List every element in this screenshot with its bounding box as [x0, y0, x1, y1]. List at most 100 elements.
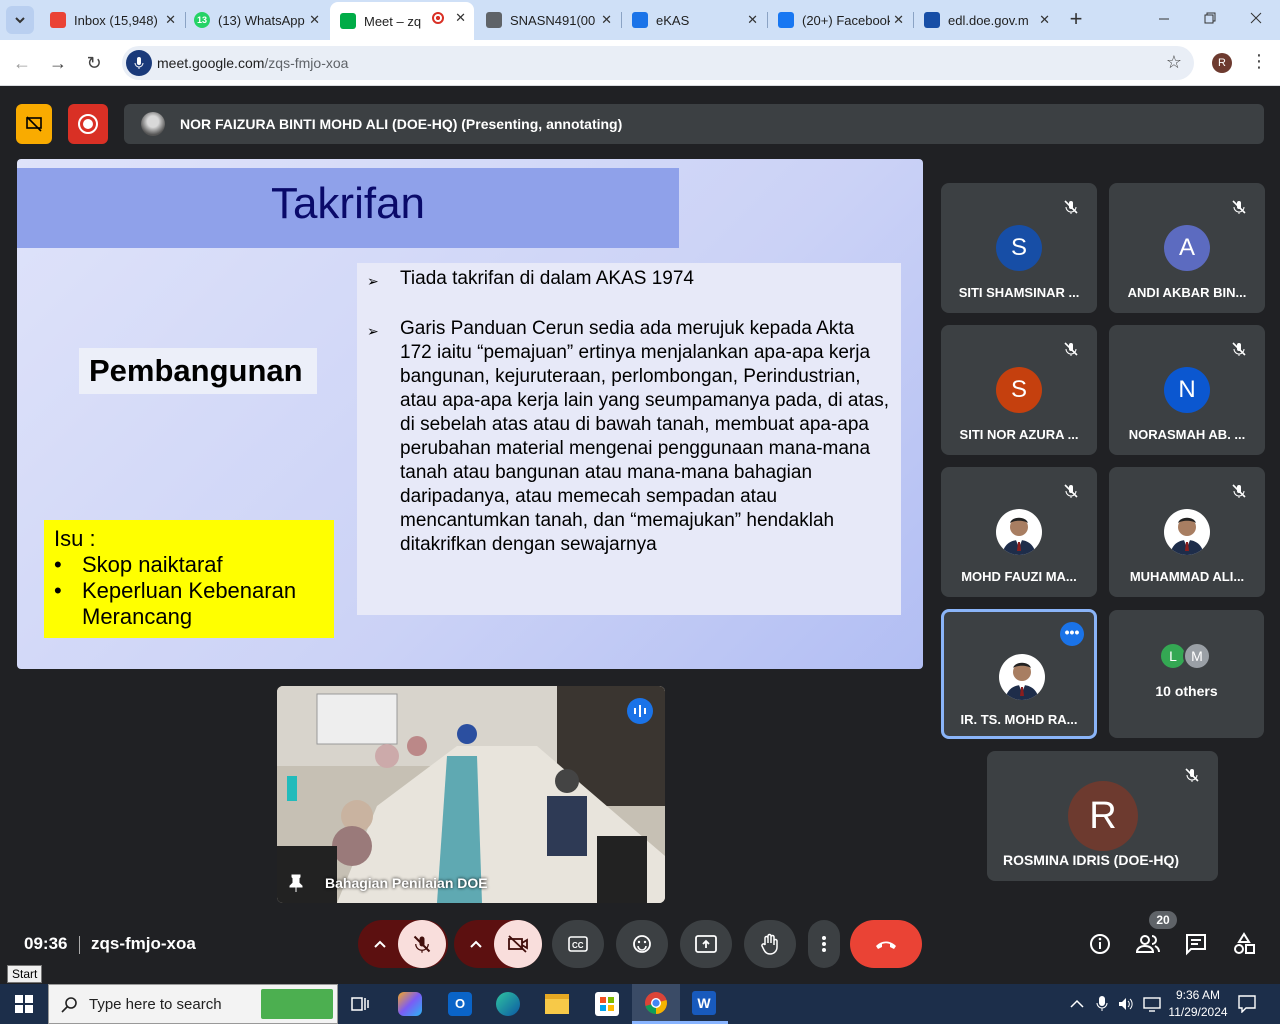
chat-button[interactable]: [1184, 932, 1208, 956]
close-tab-icon[interactable]: ✕: [165, 12, 176, 28]
chrome-taskbar-button[interactable]: [632, 984, 680, 1024]
others-tile[interactable]: L M 10 others: [1109, 610, 1264, 738]
taskbar-search-input[interactable]: Type here to search: [48, 984, 338, 1024]
participant-tile-self[interactable]: R ROSMINA IDRIS (DOE-HQ): [987, 751, 1218, 881]
close-tab-icon[interactable]: ✕: [455, 10, 466, 26]
participant-name: IR. TS. MOHD RA...: [960, 712, 1078, 727]
participant-tile[interactable]: MUHAMMAD ALI...: [1109, 467, 1265, 597]
participant-tile[interactable]: ••• IR. TS. MOHD RA...: [941, 609, 1097, 739]
close-tab-icon[interactable]: ✕: [1039, 12, 1050, 28]
microphone-icon: [134, 57, 144, 69]
close-tab-icon[interactable]: ✕: [747, 12, 758, 28]
reactions-button[interactable]: [616, 920, 668, 968]
browser-tab[interactable]: Inbox (15,948) ✕: [40, 4, 184, 36]
word-taskbar-button[interactable]: W: [680, 984, 728, 1024]
participant-name: SITI SHAMSINAR ...: [958, 285, 1080, 300]
ekas-icon: [632, 12, 648, 28]
avatar-photo: [1164, 509, 1210, 555]
more-options-button[interactable]: [808, 920, 840, 968]
close-tab-icon[interactable]: ✕: [309, 12, 320, 28]
task-view-icon[interactable]: [350, 994, 370, 1014]
participant-tile[interactable]: S SITI SHAMSINAR ...: [941, 183, 1097, 313]
edge-icon[interactable]: [496, 992, 520, 1016]
slide-keyword: Pembangunan: [79, 348, 317, 394]
speaking-indicator-icon: [627, 698, 653, 724]
forward-button[interactable]: →: [46, 51, 70, 75]
profile-avatar[interactable]: R: [1212, 53, 1232, 73]
address-bar: ← → ↻ meet.google.com/zqs-fmjo-xoa ☆ R ⋮: [0, 40, 1280, 86]
close-tab-icon[interactable]: ✕: [893, 12, 904, 28]
captions-button[interactable]: CC: [552, 920, 604, 968]
layout-toggle-button[interactable]: [16, 104, 52, 144]
minimize-button[interactable]: [1154, 8, 1174, 28]
camera-toggle-button[interactable]: [494, 920, 542, 968]
avatar-initial: S: [1010, 376, 1027, 403]
participant-tile[interactable]: A ANDI AKBAR BIN...: [1109, 183, 1265, 313]
close-icon: [1250, 12, 1262, 24]
tray-mic-icon[interactable]: [1096, 996, 1108, 1017]
meeting-details-button[interactable]: [1088, 932, 1112, 956]
present-screen-button[interactable]: [680, 920, 732, 968]
avatar: A: [1164, 225, 1210, 271]
participant-name: SITI NOR AZURA ...: [959, 427, 1079, 442]
network-icon[interactable]: [1143, 996, 1161, 1017]
browser-tab[interactable]: 13 (13) WhatsApp ✕: [184, 4, 328, 36]
start-tooltip: Start: [7, 965, 43, 983]
url-input[interactable]: meet.google.com/zqs-fmjo-xoa ☆: [122, 46, 1194, 80]
record-icon: [78, 114, 98, 134]
volume-icon[interactable]: [1118, 996, 1134, 1017]
issue-box: Isu : • Skop naiktaraf • Keperluan Kebenar…: [44, 520, 334, 638]
divider: [79, 936, 80, 954]
pin-icon[interactable]: [289, 874, 303, 897]
tab-title: SNASN491(00: [510, 12, 596, 28]
restore-button[interactable]: [1200, 8, 1220, 28]
participant-tile[interactable]: S SITI NOR AZURA ...: [941, 325, 1097, 455]
close-window-button[interactable]: [1246, 8, 1266, 28]
site-info-icon[interactable]: [126, 50, 152, 76]
others-label: 10 others: [1155, 683, 1218, 699]
browser-tab[interactable]: eKAS ✕: [622, 4, 766, 36]
activities-icon: [1234, 932, 1255, 954]
reload-button[interactable]: ↻: [82, 51, 106, 75]
browser-tab[interactable]: (20+) Facebook ✕: [768, 4, 912, 36]
leave-call-button[interactable]: [850, 920, 922, 968]
bullet-text: Garis Panduan Cerun sedia ada merujuk ke…: [400, 318, 890, 555]
mic-toggle-button[interactable]: [398, 920, 446, 968]
tab-search-button[interactable]: [6, 6, 34, 34]
tile-options-icon[interactable]: •••: [1060, 622, 1084, 646]
room-camera-video[interactable]: Bahagian Penilaian DOE: [277, 686, 665, 903]
search-icon: [61, 997, 77, 1013]
recording-button[interactable]: [68, 104, 108, 144]
presenter-bar: NOR FAIZURA BINTI MOHD ALI (DOE-HQ) (Pre…: [124, 104, 1264, 144]
tray-overflow-icon[interactable]: [1070, 996, 1084, 1012]
browser-tab[interactable]: SNASN491(00 ✕: [476, 4, 620, 36]
arrow-bullet-icon: ➢: [367, 273, 379, 289]
browser-tab[interactable]: Meet – zq ✕: [330, 2, 474, 40]
store-icon[interactable]: [595, 992, 619, 1016]
outlook-icon[interactable]: O: [448, 992, 472, 1016]
participant-tile[interactable]: MOHD FAUZI MA...: [941, 467, 1097, 597]
globe-icon: [486, 12, 502, 28]
notifications-icon[interactable]: [1238, 995, 1256, 1018]
browser-tab[interactable]: edl.doe.gov.m ✕: [914, 4, 1058, 36]
back-button[interactable]: ←: [10, 51, 34, 75]
start-button[interactable]: [0, 984, 48, 1024]
raise-hand-button[interactable]: [744, 920, 796, 968]
bookmark-star-icon[interactable]: ☆: [1166, 52, 1182, 73]
close-tab-icon[interactable]: ✕: [601, 12, 612, 28]
participant-count-badge: 20: [1149, 911, 1177, 929]
avatar: M: [1183, 642, 1211, 670]
issue-item: • Keperluan Kebenaran Merancang: [54, 578, 324, 630]
definition-box: ➢ Tiada takrifan di dalam AKAS 1974 ➢ Gari…: [357, 263, 901, 615]
copilot-icon[interactable]: [398, 992, 422, 1016]
people-button[interactable]: [1134, 932, 1162, 956]
participant-tile[interactable]: N NORASMAH AB. ...: [1109, 325, 1265, 455]
avatar-photo: [999, 654, 1045, 700]
file-explorer-icon[interactable]: [545, 994, 569, 1014]
tab-title: eKAS: [656, 12, 690, 28]
new-tab-button[interactable]: +: [1064, 8, 1088, 32]
clock[interactable]: 9:36 AM 11/29/2024: [1164, 987, 1232, 1021]
browser-menu-icon[interactable]: ⋮: [1250, 51, 1268, 71]
avatar: S: [996, 225, 1042, 271]
activities-button[interactable]: [1232, 932, 1256, 956]
